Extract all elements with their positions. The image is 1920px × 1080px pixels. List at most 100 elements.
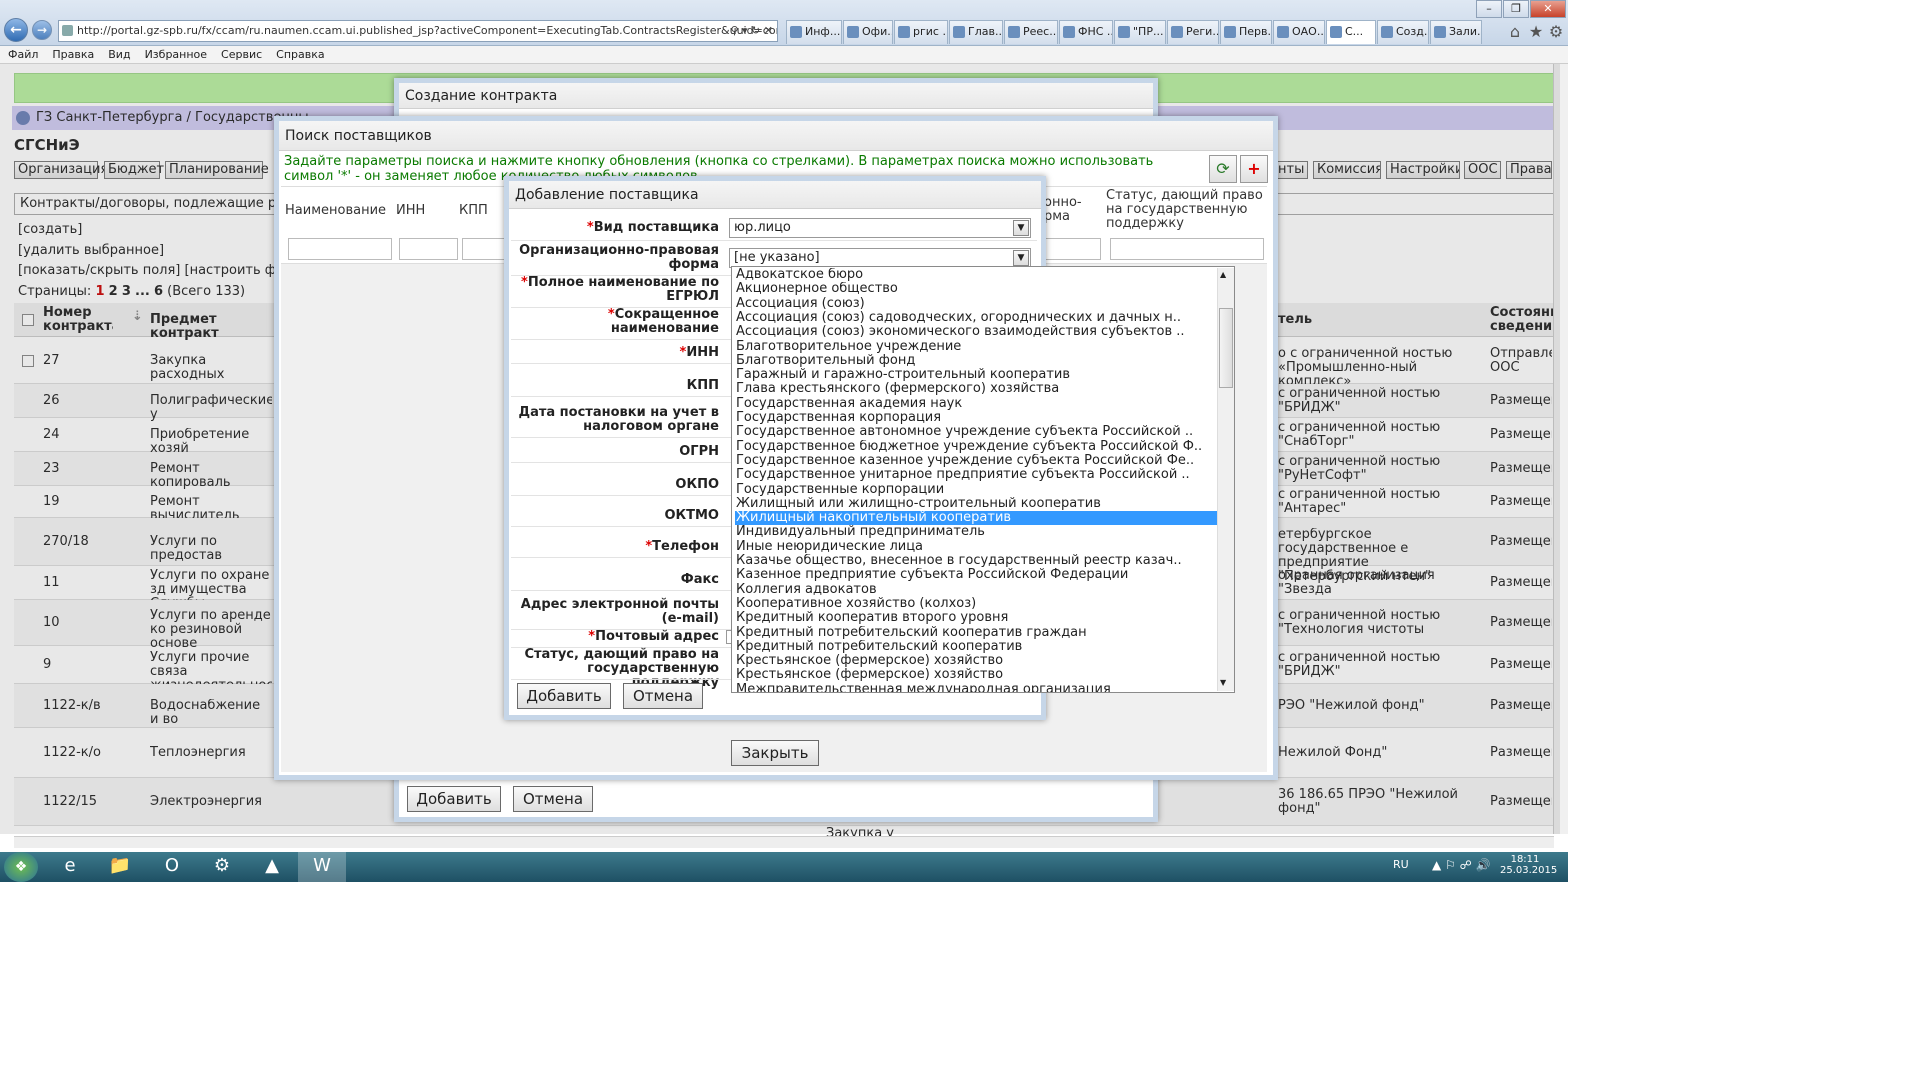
browser-tab[interactable]: С... (1326, 20, 1376, 44)
add-icon[interactable]: + (1240, 155, 1268, 183)
browser-tab[interactable]: Реес... (1004, 20, 1058, 44)
menu-item[interactable]: Вид (108, 46, 130, 64)
close-window-button[interactable]: ✕ (1530, 0, 1566, 18)
tab-favicon-icon (1008, 26, 1020, 38)
app-icon[interactable]: ⚙ (198, 852, 246, 882)
browser-tab[interactable]: "ПР... (1114, 20, 1166, 44)
search-form-input[interactable] (1044, 238, 1101, 260)
browser-tab[interactable]: Перв... (1220, 20, 1272, 44)
field-label-text: ОГРН (679, 444, 719, 459)
field-label-text: Организационно-правовая форма (519, 243, 719, 272)
field-label-text: Дата постановки на учет в налоговом орга… (518, 405, 720, 434)
menu-item[interactable]: Файл (8, 46, 38, 64)
tray-icons[interactable]: ▲ ⚐ ☍ 🔊 (1432, 858, 1491, 872)
dropdown-option[interactable]: Государственное автономное учреждение су… (735, 425, 1217, 439)
dropdown-option[interactable]: Благотворительный фонд (735, 354, 1217, 368)
dropdown-option[interactable]: Коллегия адвокатов (735, 583, 1217, 597)
dropdown-option[interactable]: Иные неюридические лица (735, 540, 1217, 554)
home-icon[interactable]: ⌂ (1505, 22, 1525, 42)
browser-tab[interactable]: Офи... (843, 20, 893, 44)
dropdown-option[interactable]: Адвокатское бюро (735, 268, 1217, 282)
close-search-button[interactable]: Закрыть (731, 740, 819, 766)
dropdown-option[interactable]: Ассоциация (союз) (735, 297, 1217, 311)
scroll-up-icon[interactable]: ▲ (1220, 270, 1226, 279)
browser-tab[interactable]: Инф... (786, 20, 842, 44)
supplier-add-button[interactable]: Добавить (517, 683, 611, 709)
browser-tab[interactable]: Зали... (1430, 20, 1482, 44)
dropdown-option[interactable]: Индивидуальный предприниматель (735, 525, 1217, 539)
dropdown-option[interactable]: Ассоциация (союз) экономического взаимод… (735, 325, 1217, 339)
menu-item[interactable]: Справка (276, 46, 324, 64)
restore-button[interactable]: ❐ (1503, 0, 1529, 18)
lang-indicator[interactable]: RU (1393, 858, 1409, 871)
address-text: http://portal.gz-spb.ru/fx/ccam/ru.naume… (77, 24, 777, 37)
contract-add-button[interactable]: Добавить (407, 786, 501, 812)
settings-gear-icon[interactable]: ⚙ (1546, 22, 1566, 42)
outlook-icon[interactable]: O (148, 852, 196, 882)
dropdown-option[interactable]: Ассоциация (союз) садоводческих, огородн… (735, 311, 1217, 325)
browser-tab[interactable]: ФНС ... (1059, 20, 1113, 44)
menu-item[interactable]: Правка (52, 46, 94, 64)
ie-icon[interactable]: e (46, 852, 94, 882)
dropdown-option[interactable]: Крестьянское (фермерское) хозяйство (735, 668, 1217, 682)
refresh-icon[interactable]: ⟳ (1209, 155, 1237, 183)
chevron-down-icon[interactable]: ▼ (1013, 250, 1029, 266)
dropdown-option[interactable]: Государственная корпорация (735, 411, 1217, 425)
forward-icon[interactable]: → (32, 20, 52, 40)
dropdown-option[interactable]: Казенное предприятие субъекта Российской… (735, 568, 1217, 582)
supplier-cancel-button[interactable]: Отмена (623, 683, 703, 709)
dropdown-option[interactable]: Казачье общество, внесенное в государств… (735, 554, 1217, 568)
dropdown-option[interactable]: Кредитный потребительский кооператив (735, 640, 1217, 654)
favorites-star-icon[interactable]: ★ (1526, 22, 1546, 42)
dropdown-option[interactable]: Государственное казенное учреждение субъ… (735, 454, 1217, 468)
dropdown-option[interactable]: Государственная академия наук (735, 397, 1217, 411)
tab-favicon-icon (1171, 26, 1183, 38)
browser-tab[interactable]: Созд... (1377, 20, 1429, 44)
menu-item[interactable]: Избранное (145, 46, 207, 64)
dropdown-option[interactable]: Крестьянское (фермерское) хозяйство (735, 654, 1217, 668)
dropdown-option[interactable]: Жилищный накопительный кооператив (735, 511, 1217, 526)
scroll-down-icon[interactable]: ▼ (1220, 678, 1226, 687)
explorer-folder-icon[interactable]: 📁 (96, 852, 144, 882)
tab-label: Созд... (1396, 25, 1428, 38)
tab-favicon-icon (1224, 26, 1236, 38)
scroll-thumb[interactable] (1219, 308, 1233, 388)
field-label-text: ИНН (686, 345, 719, 360)
browser-tab[interactable]: Глав... (949, 20, 1003, 44)
dropdown-option[interactable]: Глава крестьянского (фермерского) хозяйс… (735, 382, 1217, 396)
dropdown-option[interactable]: Акционерное общество (735, 282, 1217, 296)
browser-tab[interactable]: ргис ... (894, 20, 948, 44)
dropdown-option[interactable]: Кредитный потребительский кооператив гра… (735, 626, 1217, 640)
search-inn-input[interactable] (399, 238, 458, 260)
supplier-type-select[interactable]: юр.лицо ▼ (729, 218, 1031, 238)
address-bar[interactable]: http://portal.gz-spb.ru/fx/ccam/ru.naume… (58, 20, 778, 42)
search-kpp-input[interactable] (462, 238, 506, 260)
back-icon[interactable]: ← (4, 18, 28, 42)
search-status-input[interactable] (1110, 238, 1264, 260)
clock[interactable]: 18:11 25.03.2015 (1500, 854, 1557, 876)
dropdown-option[interactable]: Гаражный и гаражно-строительный кооперат… (735, 368, 1217, 382)
start-button-icon[interactable]: ❖ (4, 852, 38, 882)
menu-item[interactable]: Сервис (221, 46, 262, 64)
minimize-button[interactable]: – (1476, 0, 1502, 18)
dropdown-option[interactable]: Кредитный кооператив второго уровня (735, 611, 1217, 625)
horizontal-scrollbar[interactable] (14, 836, 1554, 848)
dropdown-option[interactable]: Государственное бюджетное учреждение суб… (735, 440, 1217, 454)
dropdown-option[interactable]: Благотворительное учреждение (735, 340, 1217, 354)
dropdown-option[interactable]: Государственное унитарное предприятие су… (735, 468, 1217, 482)
legal-form-dropdown-list[interactable]: Адвокатское бюро Акционерное общество Ассо… (731, 266, 1235, 693)
address-controls-icon[interactable]: ⚲ ▾ ↻ ✕ (730, 21, 773, 41)
dropdown-option[interactable]: Государственные корпорации (735, 483, 1217, 497)
word-icon[interactable]: W (298, 852, 346, 882)
browser-tab[interactable]: ОАО... (1273, 20, 1325, 44)
chevron-down-icon[interactable]: ▼ (1013, 220, 1029, 236)
search-name-input[interactable] (288, 238, 392, 260)
pdf-reader-icon[interactable]: ▲ (248, 852, 296, 882)
legal-form-select[interactable]: [не указано] ▼ (729, 248, 1031, 268)
dropdown-option[interactable]: Межправительственная международная орган… (735, 683, 1217, 692)
dropdown-scrollbar[interactable]: ▲ ▼ (1217, 268, 1234, 691)
dropdown-option[interactable]: Жилищный или жилищно-строительный коопер… (735, 497, 1217, 511)
contract-cancel-button[interactable]: Отмена (513, 786, 593, 812)
dropdown-option[interactable]: Кооперативное хозяйство (колхоз) (735, 597, 1217, 611)
browser-tab[interactable]: Реги... (1167, 20, 1219, 44)
